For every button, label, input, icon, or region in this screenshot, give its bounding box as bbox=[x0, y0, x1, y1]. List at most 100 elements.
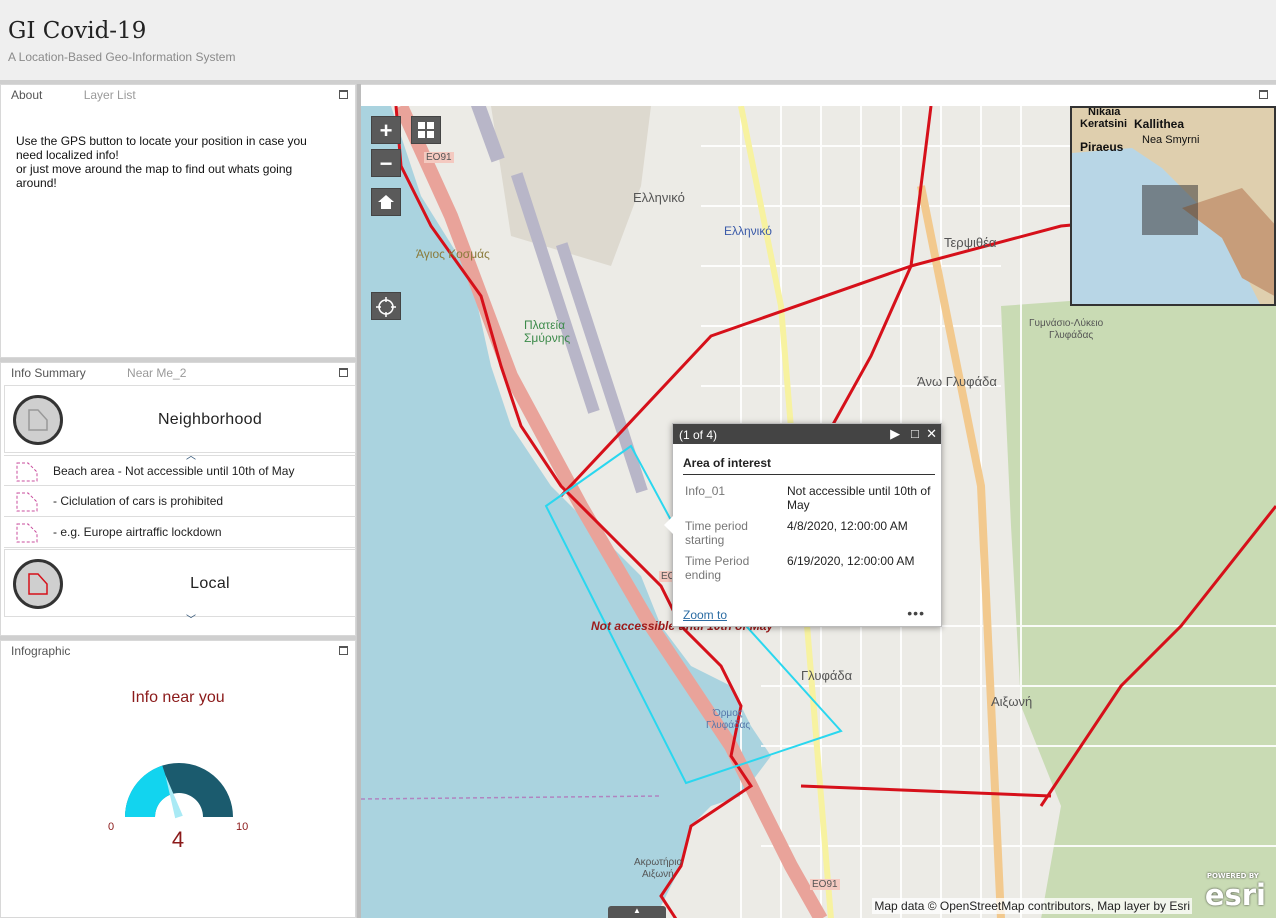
local-label: Local bbox=[190, 575, 230, 592]
info-panel-tabs: Info Summary Near Me_2 bbox=[11, 366, 224, 380]
esri-logo: POWERED BY esri bbox=[1204, 872, 1266, 912]
overview-label: Kallithea bbox=[1134, 117, 1185, 131]
map-label: Γλυφάδας bbox=[706, 720, 751, 731]
overview-label: Nea Smyrni bbox=[1142, 134, 1200, 146]
app-title: GI Covid-19 bbox=[8, 18, 147, 44]
home-button[interactable] bbox=[371, 188, 401, 216]
neighborhood-icon bbox=[13, 395, 63, 445]
map-label: Άνω Γλυφάδα bbox=[917, 374, 997, 389]
about-text-line: around! bbox=[16, 176, 57, 190]
popup-header: (1 of 4) ▶ □ ✕ bbox=[673, 424, 941, 444]
app-header: GI Covid-19 A Location-Based Geo-Informa… bbox=[0, 0, 1276, 80]
maximize-icon[interactable] bbox=[339, 646, 348, 655]
grid-icon bbox=[418, 122, 434, 138]
map-view[interactable]: Ελληνικό Ελληνικό Άγιος Κοσμάς Πλατεία Σ… bbox=[361, 84, 1276, 918]
polygon-icon bbox=[16, 462, 38, 482]
maximize-icon[interactable] bbox=[1259, 90, 1268, 99]
popup-divider bbox=[683, 474, 935, 475]
about-panel-tabs: About Layer List bbox=[11, 88, 174, 102]
tab-near-me[interactable]: Near Me_2 bbox=[127, 366, 186, 380]
infographic-panel-tabs: Infographic bbox=[11, 644, 108, 658]
chevron-down-icon[interactable]: ﹀ bbox=[167, 611, 215, 626]
map-label: Ελληνικό bbox=[724, 224, 772, 238]
crosshair-icon bbox=[376, 297, 396, 317]
list-item[interactable]: - Ciclulation of cars is prohibited bbox=[4, 486, 356, 517]
feature-popup: (1 of 4) ▶ □ ✕ Area of interest Info_01 … bbox=[664, 423, 942, 627]
map-label: Γλυφάδα bbox=[801, 668, 853, 683]
map-label: ΕΟ91 bbox=[424, 152, 454, 163]
app-root: GI Covid-19 A Location-Based Geo-Informa… bbox=[0, 0, 1276, 918]
popup-field-value: 4/8/2020, 12:00:00 AM bbox=[787, 519, 908, 533]
esri-wordmark: esri bbox=[1204, 878, 1266, 912]
about-text-line: or just move around the map to find out … bbox=[16, 162, 293, 176]
infographic-panel: Infographic Info near you 0 10 4 bbox=[0, 640, 356, 918]
app-subtitle: A Location-Based Geo-Information System bbox=[8, 50, 236, 64]
map-label: Ελληνικό bbox=[633, 190, 685, 205]
map-label: Πλατεία bbox=[524, 318, 566, 332]
popup-pointer bbox=[664, 516, 673, 534]
popup-field-key: Time period starting bbox=[685, 519, 748, 547]
basemap-gallery-button[interactable] bbox=[411, 116, 441, 144]
map-label: Αιξωνή bbox=[991, 694, 1033, 709]
map-titlebar bbox=[361, 85, 1276, 106]
gauge-fill bbox=[125, 765, 172, 817]
map-label: ΕΟ91 bbox=[810, 879, 840, 890]
overview-map[interactable]: Nikaia Keratsini Kallithea Nea Smyrni Pi… bbox=[1070, 106, 1276, 306]
popup-field-value: Not accessible until 10th of May bbox=[787, 484, 931, 512]
powered-by-label: POWERED BY bbox=[1206, 872, 1259, 880]
overview-label: Keratsini bbox=[1080, 118, 1128, 130]
popup-field-value: 6/19/2020, 12:00:00 AM bbox=[787, 554, 915, 568]
popup-pager: (1 of 4) bbox=[679, 428, 718, 442]
local-icon bbox=[13, 559, 63, 609]
map-label: Τερψιθέα bbox=[944, 235, 997, 250]
overview-label: Piraeus bbox=[1080, 140, 1124, 154]
polygon-icon bbox=[16, 523, 38, 543]
tab-infographic[interactable]: Infographic bbox=[11, 644, 70, 658]
map-attribution: Map data © OpenStreetMap contributors, M… bbox=[872, 898, 1192, 914]
neighborhood-card[interactable]: Neighborhood bbox=[4, 385, 356, 453]
info-summary-panel: Info Summary Near Me_2 Neighborhood ︿ Be… bbox=[0, 362, 356, 636]
next-feature-icon[interactable]: ▶ bbox=[890, 426, 900, 441]
map-label: Γυμνάσιο-Λύκειο bbox=[1029, 318, 1104, 329]
zoom-out-button[interactable]: − bbox=[371, 149, 401, 177]
tab-about[interactable]: About bbox=[11, 88, 42, 102]
locate-button[interactable] bbox=[371, 292, 401, 320]
list-item-label: - e.g. Europe airtraffic lockdown bbox=[53, 525, 222, 539]
map-label: Γλυφάδας bbox=[1049, 330, 1094, 341]
polygon-icon bbox=[16, 492, 38, 512]
map-label: Άγιος Κοσμάς bbox=[416, 247, 490, 261]
map-label: Αιξωνή bbox=[642, 869, 674, 880]
gauge-value: 4 bbox=[171, 827, 185, 852]
map-label: Σμύρνης bbox=[524, 331, 571, 345]
popup-field-key: Info_01 bbox=[685, 484, 726, 498]
zoom-to-link[interactable]: Zoom to bbox=[683, 608, 727, 622]
maximize-icon[interactable] bbox=[339, 368, 348, 377]
overview-label: Nikaia bbox=[1088, 106, 1121, 118]
collapse-panel-tab[interactable]: ▲ bbox=[608, 906, 666, 918]
about-text-line: Use the GPS button to locate your positi… bbox=[16, 134, 307, 148]
popup-title: Area of interest bbox=[683, 456, 772, 470]
about-text-line: need localized info! bbox=[16, 148, 119, 162]
more-actions-icon[interactable]: ••• bbox=[907, 605, 925, 621]
neighborhood-label: Neighborhood bbox=[157, 411, 263, 428]
home-icon bbox=[378, 195, 394, 209]
tab-info-summary[interactable]: Info Summary bbox=[11, 366, 86, 380]
gauge-title: Info near you bbox=[131, 689, 225, 706]
local-card[interactable]: Local bbox=[4, 549, 356, 617]
list-item[interactable]: - e.g. Europe airtraffic lockdown bbox=[4, 517, 356, 548]
tab-layer-list[interactable]: Layer List bbox=[84, 88, 136, 102]
maximize-popup-icon[interactable]: □ bbox=[911, 426, 919, 441]
map-label: Όρμος bbox=[713, 708, 743, 719]
about-text: Use the GPS button to locate your positi… bbox=[16, 134, 336, 190]
popup-field-key: Time Period ending bbox=[685, 554, 750, 582]
map-label: Ακρωτήριο bbox=[634, 857, 683, 868]
zoom-in-button[interactable]: + bbox=[371, 116, 401, 144]
gauge bbox=[125, 763, 233, 819]
list-item-label: - Ciclulation of cars is prohibited bbox=[53, 494, 224, 508]
list-item[interactable]: Beach area - Not accessible until 10th o… bbox=[4, 455, 356, 486]
maximize-icon[interactable] bbox=[339, 90, 348, 99]
close-icon[interactable]: ✕ bbox=[926, 426, 937, 441]
about-panel: About Layer List Use the GPS button to l… bbox=[0, 84, 356, 358]
popup-controls: ▶ □ ✕ bbox=[890, 426, 937, 442]
list-item-label: Beach area - Not accessible until 10th o… bbox=[53, 464, 295, 478]
